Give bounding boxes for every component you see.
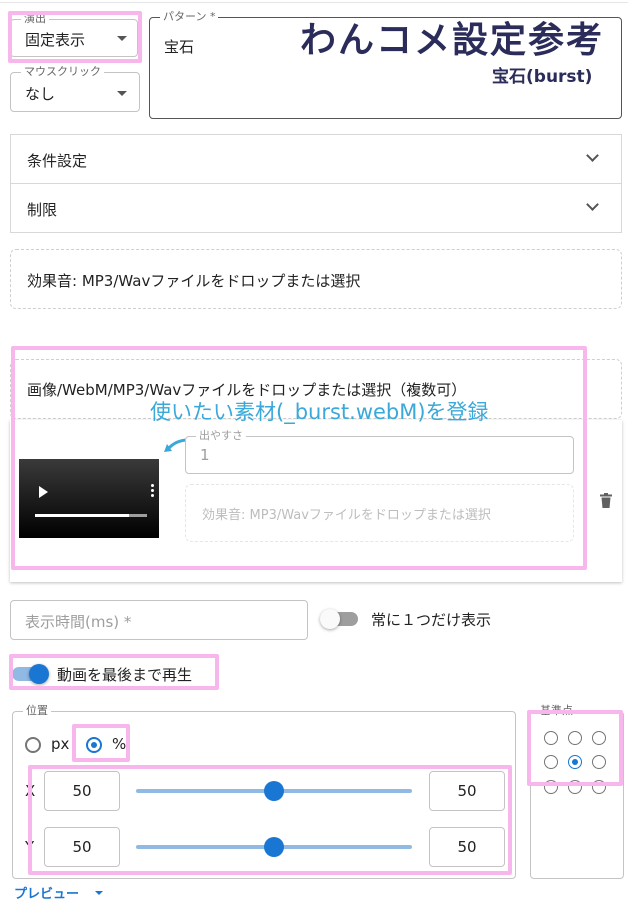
- unit-px-label: px: [51, 735, 70, 753]
- y-input-right[interactable]: 50: [429, 827, 505, 867]
- x-input-right[interactable]: 50: [429, 771, 505, 811]
- y-slider-thumb[interactable]: [264, 837, 284, 857]
- mouse-click-legend: マウスクリック: [21, 65, 104, 79]
- effect-value: 固定表示: [25, 31, 86, 49]
- unit-percent-label: %: [112, 735, 127, 753]
- anchor-legend: 基準点: [537, 704, 576, 718]
- overlay-title: わんコメ設定参考: [300, 20, 605, 61]
- chevron-down-icon: [95, 891, 103, 895]
- item-sound-dropzone[interactable]: 効果音: MP3/Wavファイルをドロップまたは選択: [185, 484, 574, 542]
- only-one-switch[interactable]: [320, 608, 360, 630]
- overlay-subtitle: 宝石(burst): [492, 67, 593, 87]
- accordion-conditions[interactable]: 条件設定: [10, 134, 622, 184]
- preview-button[interactable]: プレビュー: [14, 883, 103, 903]
- accordion-limits-label: 制限: [27, 201, 58, 219]
- anchor-top-left[interactable]: [544, 731, 558, 745]
- frequency-value: 1: [200, 446, 210, 464]
- frequency-field[interactable]: 出やすさ 1: [185, 429, 574, 474]
- delete-icon[interactable]: [599, 493, 613, 509]
- item-sound-dropzone-text: 効果音: MP3/Wavファイルをドロップまたは選択: [202, 508, 491, 523]
- effect-select[interactable]: 演出 固定表示: [10, 12, 138, 57]
- anchor-bottom-center[interactable]: [568, 780, 582, 794]
- display-time-input[interactable]: 表示時間(ms) *: [10, 600, 308, 640]
- anchor-center[interactable]: [568, 755, 582, 769]
- top-divider: [0, 2, 628, 3]
- video-preview[interactable]: [19, 459, 159, 538]
- only-one-label: 常に１つだけ表示: [371, 611, 492, 629]
- x-input-left[interactable]: 50: [44, 771, 120, 811]
- y-input-left[interactable]: 50: [44, 827, 120, 867]
- position-legend: 位置: [23, 704, 51, 718]
- anchor-top-center[interactable]: [568, 731, 582, 745]
- frequency-legend: 出やすさ: [196, 429, 246, 443]
- anchor-middle-right[interactable]: [592, 755, 606, 769]
- accordion-limits[interactable]: 制限: [10, 183, 622, 233]
- anchor-bottom-right[interactable]: [592, 780, 606, 794]
- sound-dropzone-text: 効果音: MP3/Wavファイルをドロップまたは選択: [27, 272, 361, 290]
- chevron-down-icon: [586, 149, 599, 162]
- play-to-end-label: 動画を最後まで再生: [57, 666, 193, 684]
- overlay-note: 使いたい素材(_burst.webM)を登録: [150, 400, 489, 424]
- video-progress-fill: [35, 514, 129, 517]
- display-time-placeholder: 表示時間(ms) *: [25, 613, 132, 631]
- accordion-conditions-label: 条件設定: [27, 152, 88, 170]
- x-slider-thumb[interactable]: [264, 781, 284, 801]
- chevron-down-icon: [117, 36, 127, 41]
- anchor-bottom-left[interactable]: [544, 780, 558, 794]
- anchor-top-right[interactable]: [592, 731, 606, 745]
- chevron-down-icon: [586, 198, 599, 211]
- anchor-middle-left[interactable]: [544, 755, 558, 769]
- pattern-value: 宝石: [164, 38, 195, 56]
- y-label: Y: [25, 838, 35, 856]
- play-icon[interactable]: [39, 486, 48, 498]
- effect-legend: 演出: [21, 12, 49, 26]
- radio-unit-px[interactable]: [25, 737, 41, 753]
- radio-unit-percent[interactable]: [86, 737, 102, 753]
- x-label: X: [25, 782, 36, 800]
- chevron-down-icon: [117, 91, 127, 96]
- play-to-end-switch[interactable]: [12, 663, 52, 685]
- mouse-click-select[interactable]: マウスクリック なし: [10, 65, 140, 112]
- sound-dropzone[interactable]: 効果音: MP3/Wavファイルをドロップまたは選択: [10, 249, 622, 309]
- mouse-click-value: なし: [25, 85, 56, 103]
- more-vert-icon[interactable]: [151, 484, 154, 498]
- pattern-legend: パターン *: [160, 10, 219, 24]
- preview-label: プレビュー: [14, 887, 80, 902]
